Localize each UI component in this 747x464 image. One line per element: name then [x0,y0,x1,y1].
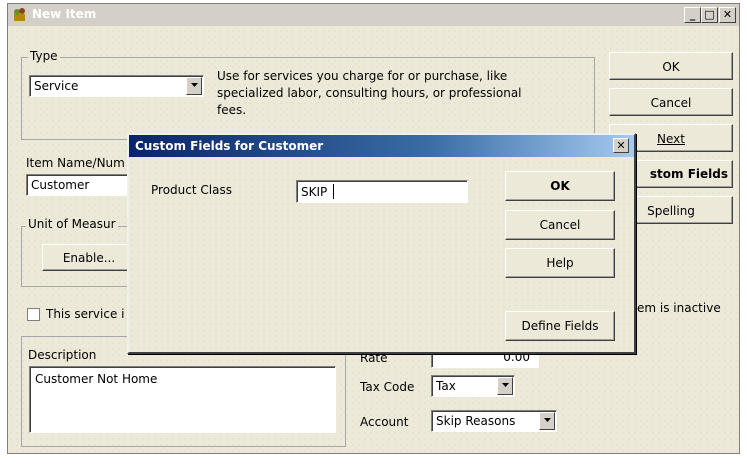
minimize-icon: _ [689,8,696,21]
description-value: Customer Not Home [35,372,158,386]
ok-button[interactable]: OK [609,52,733,80]
description-label: Description [28,348,97,362]
type-select-value: Service [34,79,79,93]
cancel-button[interactable]: Cancel [609,88,733,116]
account-select[interactable]: Skip Reasons [431,410,557,432]
dialog-title: Custom Fields for Customer [135,139,324,153]
product-class-value: SKIP [301,185,328,199]
unit-of-measure-label: Unit of Measur [26,217,118,231]
account-label: Account [360,415,409,429]
item-inactive-label: em is inactive [637,301,721,315]
dialog-close-button[interactable]: ✕ [613,138,629,153]
maximize-icon: □ [704,8,715,21]
tax-code-label: Tax Code [360,380,415,394]
subcheck-label: This service i [46,307,125,321]
title-bar: New Item _ □ ✕ [8,4,739,26]
dialog-help-button[interactable]: Help [505,248,615,278]
item-name-value: Customer [31,178,90,192]
type-select[interactable]: Service [29,75,204,97]
close-icon: ✕ [616,139,626,152]
chevron-down-icon[interactable] [497,377,513,395]
text-cursor [333,184,334,199]
dialog-cancel-button[interactable]: Cancel [505,210,615,240]
close-icon: ✕ [722,8,733,21]
chevron-down-icon[interactable] [186,77,202,95]
description-field[interactable]: Customer Not Home [29,366,336,433]
dialog-ok-button[interactable]: OK [505,171,615,201]
define-fields-button[interactable]: Define Fields [505,311,615,341]
chevron-down-icon[interactable] [539,412,555,430]
maximize-button[interactable]: □ [701,7,718,23]
enable-button[interactable]: Enable... [42,244,136,271]
subcheck-checkbox[interactable] [27,308,40,321]
window-title: New Item [32,7,97,21]
product-class-label: Product Class [151,183,232,197]
custom-fields-dialog: Custom Fields for Customer ✕ Product Cla… [127,133,636,354]
type-description-line: Use for services you charge for or purch… [217,69,508,83]
type-description: Use for services you charge for or purch… [217,68,522,119]
minimize-button[interactable]: _ [684,7,701,23]
type-group-label: Type [28,49,60,63]
type-description-line: fees. [217,103,247,117]
app-icon [14,8,25,21]
type-description-line: specialized labor, consulting hours, or … [217,86,522,100]
product-class-input[interactable]: SKIP [296,180,468,203]
tax-code-value: Tax [436,379,456,393]
dialog-title-bar: Custom Fields for Customer ✕ [129,135,634,157]
close-button[interactable]: ✕ [719,7,736,23]
item-name-label: Item Name/Num [26,156,125,170]
tax-code-select[interactable]: Tax [431,375,515,397]
account-value: Skip Reasons [436,414,516,428]
item-name-field[interactable]: Customer [26,174,136,196]
